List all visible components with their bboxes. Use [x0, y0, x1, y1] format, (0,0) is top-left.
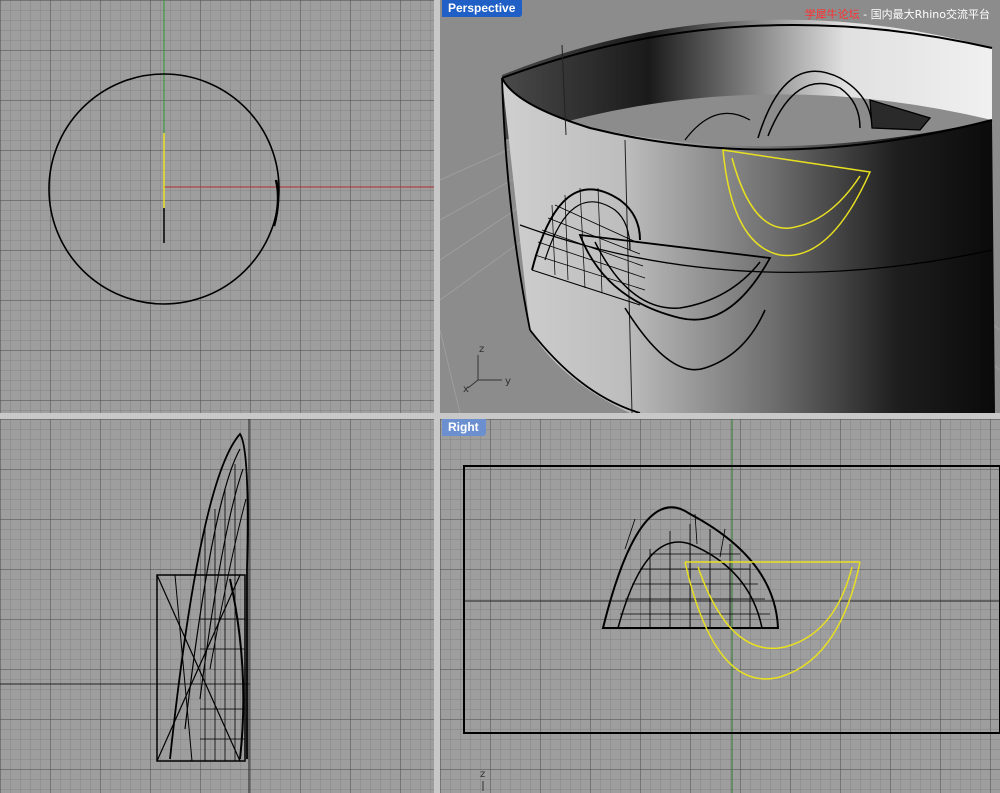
arch-side-wireframe[interactable] — [156, 432, 249, 762]
viewport-perspective[interactable]: z y x Perspective 学犀牛论坛 - 国内最大Rhino交流平台 — [440, 0, 1000, 413]
axis-label-z: z — [479, 344, 484, 355]
right-view-canvas: z — [463, 419, 1000, 793]
viewport-label-right[interactable]: Right — [442, 419, 486, 436]
front-view-canvas — [0, 419, 250, 793]
axis-triad: z y x — [463, 344, 511, 395]
viewport-right[interactable]: z Right — [440, 419, 1000, 793]
back-curve-faint — [684, 112, 751, 141]
axis-label-y: y — [505, 376, 511, 387]
viewport-label-perspective[interactable]: Perspective — [442, 0, 523, 17]
viewport-top[interactable] — [0, 0, 434, 413]
perspective-canvas: z y x — [440, 19, 1000, 413]
watermark-separator: - — [859, 8, 871, 21]
axis-label-z: z — [480, 769, 485, 780]
axis-label-x: x — [463, 384, 469, 395]
viewport-front[interactable] — [0, 419, 434, 793]
selected-curve-front[interactable] — [684, 561, 861, 680]
watermark-tagline: 国内最大Rhino交流平台 — [870, 8, 990, 21]
arch-front-wireframe[interactable] — [601, 506, 780, 629]
top-view-canvas — [48, 0, 434, 305]
watermark-brand: 学犀牛论坛 — [804, 8, 860, 21]
forum-watermark: 学犀牛论坛 - 国内最大Rhino交流平台 — [805, 6, 990, 22]
